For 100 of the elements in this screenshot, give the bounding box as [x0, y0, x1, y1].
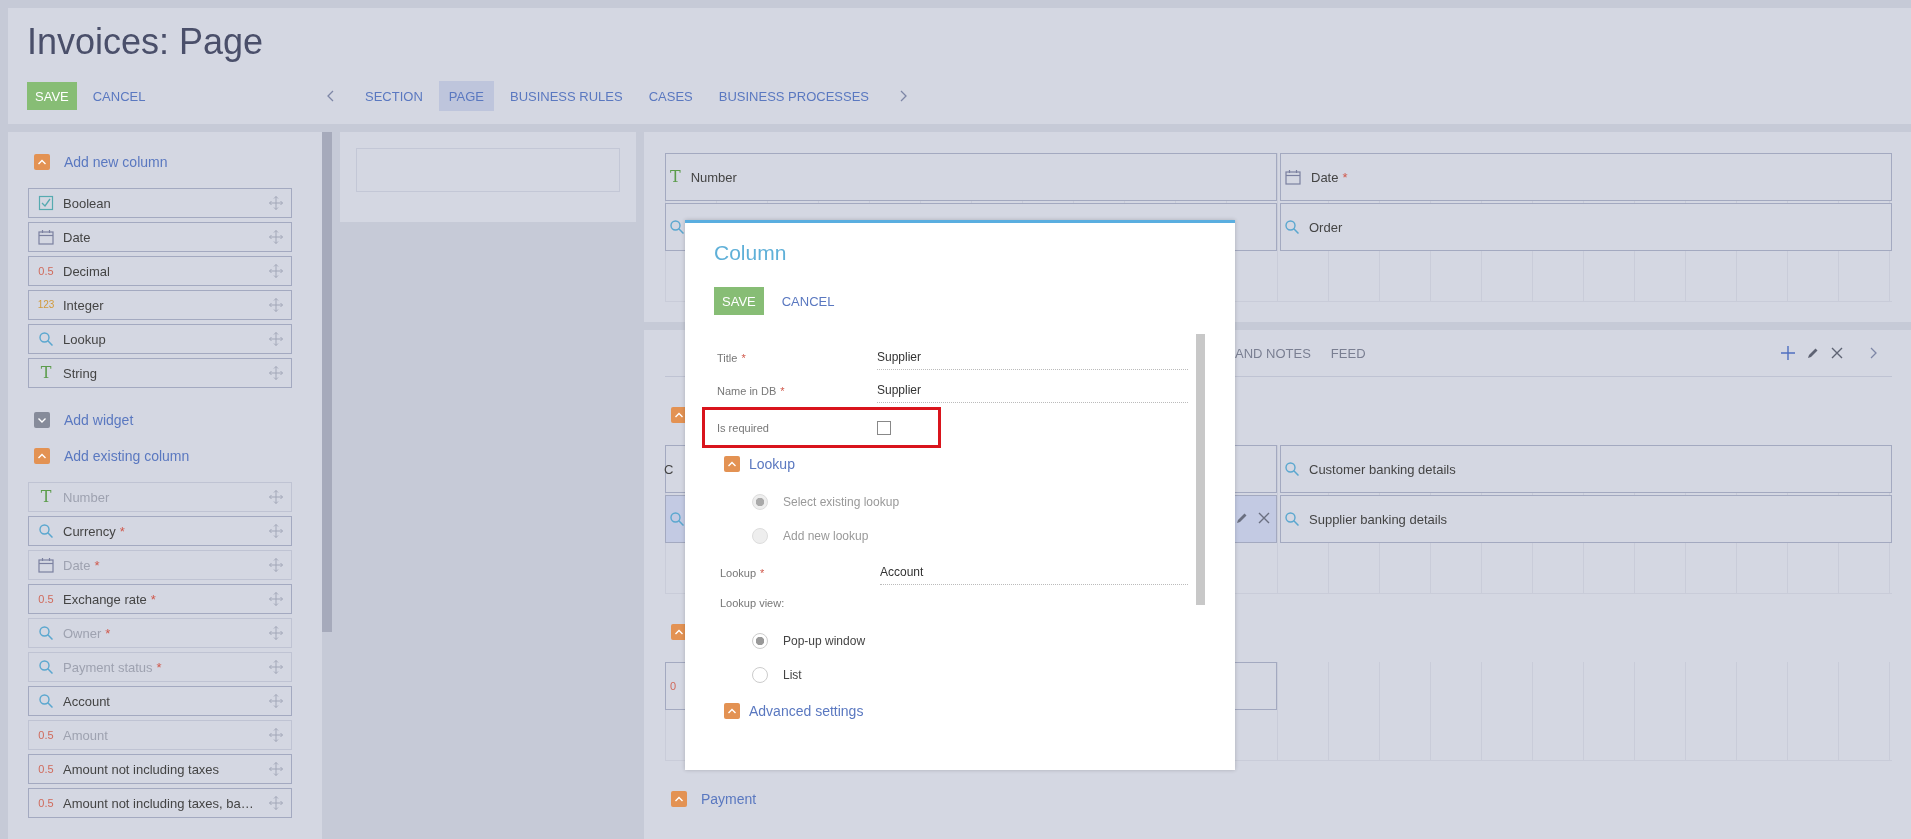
field-label: Lookup * [720, 566, 766, 579]
column-item[interactable]: Lookup [28, 324, 292, 354]
field-item[interactable]: Customer banking details [1280, 445, 1892, 493]
cancel-button[interactable]: CANCEL [84, 82, 154, 110]
move-icon[interactable] [269, 796, 283, 810]
field-label: Date * [1311, 169, 1348, 185]
chevron-left-icon[interactable] [326, 90, 335, 102]
item-label: Amount not including taxes, ba… [63, 795, 255, 811]
text-field[interactable]: Supplier [877, 378, 1188, 403]
tab[interactable]: CASES [638, 81, 703, 111]
move-icon[interactable] [269, 524, 283, 538]
collapse-icon[interactable] [34, 448, 50, 464]
field-item[interactable]: Date * [1280, 153, 1892, 201]
item-label: Currency * [63, 523, 126, 539]
search-icon [1285, 220, 1299, 234]
pencil-icon[interactable] [1236, 512, 1248, 524]
field-label: C [664, 461, 674, 477]
search-icon [39, 694, 53, 708]
column-item[interactable]: 123 Integer [28, 290, 292, 320]
checkbox-icon [38, 195, 54, 211]
add-icon[interactable] [1781, 346, 1795, 360]
column-item[interactable]: 0.5 Amount not including taxes [28, 754, 292, 784]
tab[interactable]: SECTION [355, 81, 433, 111]
item-label: Decimal [63, 263, 111, 279]
collapse-icon[interactable] [724, 456, 740, 472]
item-label: Account [63, 693, 111, 709]
decimal-icon: 0.5 [38, 728, 54, 742]
move-icon[interactable] [269, 196, 283, 210]
group-link[interactable]: Add new column [64, 154, 168, 170]
dialog-title: Column [714, 241, 788, 265]
search-icon [39, 524, 53, 538]
search-icon [670, 512, 684, 526]
search-icon [39, 660, 53, 674]
tab[interactable]: AND NOTES [1225, 338, 1321, 368]
move-icon[interactable] [269, 332, 283, 346]
page-title: Invoices: Page [27, 20, 265, 64]
tab[interactable]: PAGE [438, 81, 494, 111]
move-icon[interactable] [269, 592, 283, 606]
field-item[interactable]: Order [1280, 203, 1892, 251]
cancel-button[interactable]: CANCEL [773, 287, 843, 315]
search-icon [39, 626, 53, 640]
move-icon[interactable] [269, 366, 283, 380]
expand-icon[interactable] [34, 412, 50, 428]
section-link[interactable]: Lookup [749, 456, 795, 472]
column-item[interactable]: Boolean [28, 188, 292, 218]
move-icon[interactable] [269, 230, 283, 244]
field-item[interactable]: Supplier banking details [1280, 495, 1892, 543]
move-icon[interactable] [269, 298, 283, 312]
column-item[interactable]: 0.5 Exchange rate * [28, 584, 292, 614]
lookup-field[interactable]: Account [880, 560, 1188, 585]
tab[interactable]: BUSINESS PROCESSES [708, 81, 880, 111]
field-item[interactable]: T Number [665, 153, 1277, 201]
decimal-icon: 0.5 [38, 762, 54, 776]
field-label: Title * [717, 351, 747, 364]
column-item[interactable]: Account [28, 686, 292, 716]
decimal-icon: 0.5 [38, 796, 54, 810]
column-item[interactable]: 0.5 Decimal [28, 256, 292, 286]
radio-button[interactable] [752, 633, 768, 649]
option-label: Add new lookup [783, 529, 869, 543]
field-label: Is required [717, 421, 770, 434]
text-field[interactable]: Supplier [877, 345, 1188, 370]
item-label: Boolean [63, 195, 112, 211]
chevron-right-icon[interactable] [899, 90, 909, 102]
text-icon: T [670, 170, 681, 184]
search-icon [1285, 512, 1299, 526]
scrollbar[interactable] [322, 132, 332, 632]
move-icon[interactable] [269, 264, 283, 278]
tab[interactable]: BUSINESS RULES [499, 81, 633, 111]
move-icon[interactable] [269, 694, 283, 708]
column-item[interactable]: Currency * [28, 516, 292, 546]
calendar-icon [38, 557, 54, 573]
item-label: Integer [63, 297, 105, 313]
group-link[interactable]: Payment [701, 791, 757, 807]
checkbox[interactable] [877, 420, 891, 435]
chevron-right-icon[interactable] [1869, 347, 1878, 359]
collapse-icon[interactable] [671, 791, 687, 807]
field-label: Lookup view: [719, 596, 786, 611]
column-item[interactable]: 0.5 Amount not including taxes, ba… [28, 788, 292, 818]
close-icon[interactable] [1258, 512, 1270, 524]
section-link[interactable]: Advanced settings [749, 703, 864, 719]
item-label: String [63, 365, 98, 381]
close-icon[interactable] [1831, 347, 1843, 359]
collapse-icon[interactable] [34, 154, 50, 170]
text-icon: T [40, 366, 52, 380]
field-label: Customer banking details [1309, 461, 1456, 477]
column-item[interactable]: Date [28, 222, 292, 252]
decimal-icon: 0.5 [38, 592, 54, 606]
group-link[interactable]: Add existing column [64, 448, 190, 464]
group-link[interactable]: Add widget [64, 412, 134, 428]
column-item[interactable]: T String [28, 358, 292, 388]
calendar-icon [1285, 169, 1301, 185]
tab[interactable]: FEED [1320, 338, 1376, 368]
scrollbar[interactable] [1196, 334, 1205, 605]
item-label: Lookup [63, 331, 107, 347]
radio-button[interactable] [752, 667, 768, 683]
pencil-icon[interactable] [1807, 347, 1819, 359]
collapse-icon[interactable] [724, 703, 740, 719]
field-label: Name in DB * [717, 384, 786, 397]
item-label: Date [63, 229, 92, 245]
move-icon[interactable] [269, 762, 283, 776]
